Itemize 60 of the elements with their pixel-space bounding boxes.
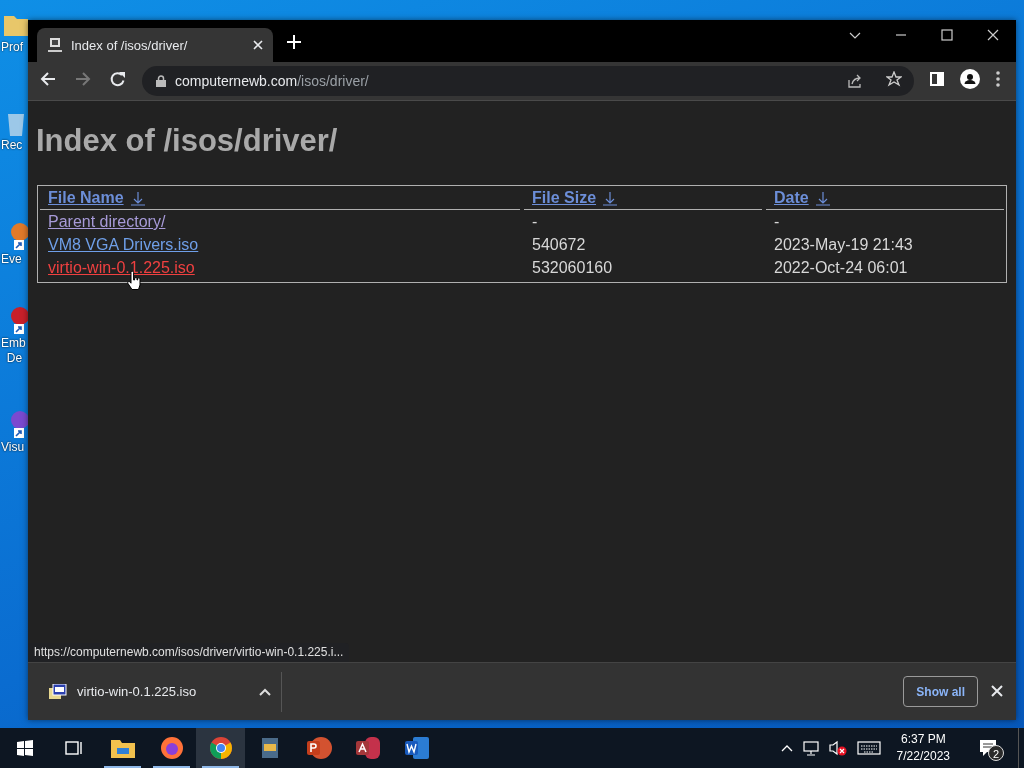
column-sort-link[interactable]: File Size — [532, 189, 597, 206]
column-sort-link[interactable]: File Name — [48, 189, 124, 206]
browser-tab[interactable]: Index of /isos/driver/ — [37, 28, 273, 62]
file-date: - — [774, 213, 780, 230]
column-sort-link[interactable]: Date — [774, 189, 809, 206]
folder-icon[interactable] — [110, 738, 135, 758]
back-arrow-icon[interactable] — [40, 71, 56, 87]
database-app-icon[interactable] — [354, 736, 381, 760]
clock[interactable]: 6:37 PM 7/22/2023 — [896, 731, 950, 765]
muted-speaker-icon[interactable] — [828, 740, 847, 756]
caret-up-icon[interactable] — [259, 687, 271, 696]
file-link[interactable]: Parent directory/ — [48, 213, 166, 230]
star-icon[interactable] — [886, 71, 902, 87]
desktop-icon-label[interactable]: De — [5, 351, 23, 366]
desktop-icon-label[interactable]: Eve — [0, 252, 22, 267]
start-icon[interactable] — [16, 740, 33, 756]
plus-icon[interactable] — [287, 35, 301, 49]
page-heading: Index of /isos/driver/ — [36, 123, 339, 159]
document-app-icon[interactable] — [403, 736, 430, 760]
menu-icon[interactable] — [996, 71, 1000, 87]
sort-arrow-icon — [129, 190, 146, 206]
forward-arrow-icon[interactable] — [75, 71, 91, 87]
taskbar-app-button[interactable] — [196, 728, 245, 768]
notification-count: 2 — [988, 745, 1004, 761]
show-all-button[interactable]: Show all — [903, 676, 978, 707]
file-date: 2023-May-19 21:43 — [774, 236, 913, 253]
sort-arrow-icon — [814, 190, 831, 206]
close-icon[interactable] — [991, 684, 1003, 697]
task-view-icon[interactable] — [64, 740, 83, 756]
close-icon[interactable] — [253, 40, 263, 50]
maximize-icon[interactable] — [941, 29, 953, 41]
keyboard-icon[interactable] — [856, 741, 881, 755]
address-bar[interactable]: computernewb.com/isos/driver/ — [142, 66, 914, 96]
file-link[interactable]: virtio-win-0.1.225.iso — [48, 259, 195, 276]
chrome-icon[interactable] — [208, 736, 233, 760]
iso-file-icon — [49, 683, 67, 700]
profile-icon[interactable] — [960, 69, 980, 89]
network-icon[interactable] — [802, 740, 819, 756]
lock-icon — [156, 75, 166, 87]
share-icon[interactable] — [847, 73, 863, 89]
picture-viewer-icon[interactable] — [260, 736, 279, 760]
reload-icon[interactable] — [110, 71, 126, 87]
side-panel-icon[interactable] — [930, 72, 944, 86]
chevron-up-icon[interactable] — [780, 744, 793, 752]
file-size: - — [532, 213, 538, 230]
close-icon[interactable] — [987, 29, 999, 41]
desktop-icon-label[interactable]: Prof — [0, 40, 23, 55]
presentation-app-icon[interactable] — [305, 736, 332, 760]
download-filename[interactable]: virtio-win-0.1.225.iso — [77, 684, 259, 699]
server-icon — [47, 37, 63, 53]
desktop-icon-label[interactable]: Visu — [0, 440, 25, 455]
firefox-icon[interactable] — [159, 736, 184, 760]
file-size: 532060160 — [532, 259, 613, 276]
hand-cursor-icon — [127, 271, 141, 291]
desktop-icon-label[interactable]: Rec — [0, 138, 23, 153]
file-size: 540672 — [532, 236, 586, 253]
sort-arrow-icon — [602, 190, 619, 206]
file-link[interactable]: VM8 VGA Drivers.iso — [48, 236, 199, 253]
desktop-icon-label[interactable]: Emb — [0, 336, 26, 351]
file-date: 2022-Oct-24 06:01 — [774, 259, 908, 276]
